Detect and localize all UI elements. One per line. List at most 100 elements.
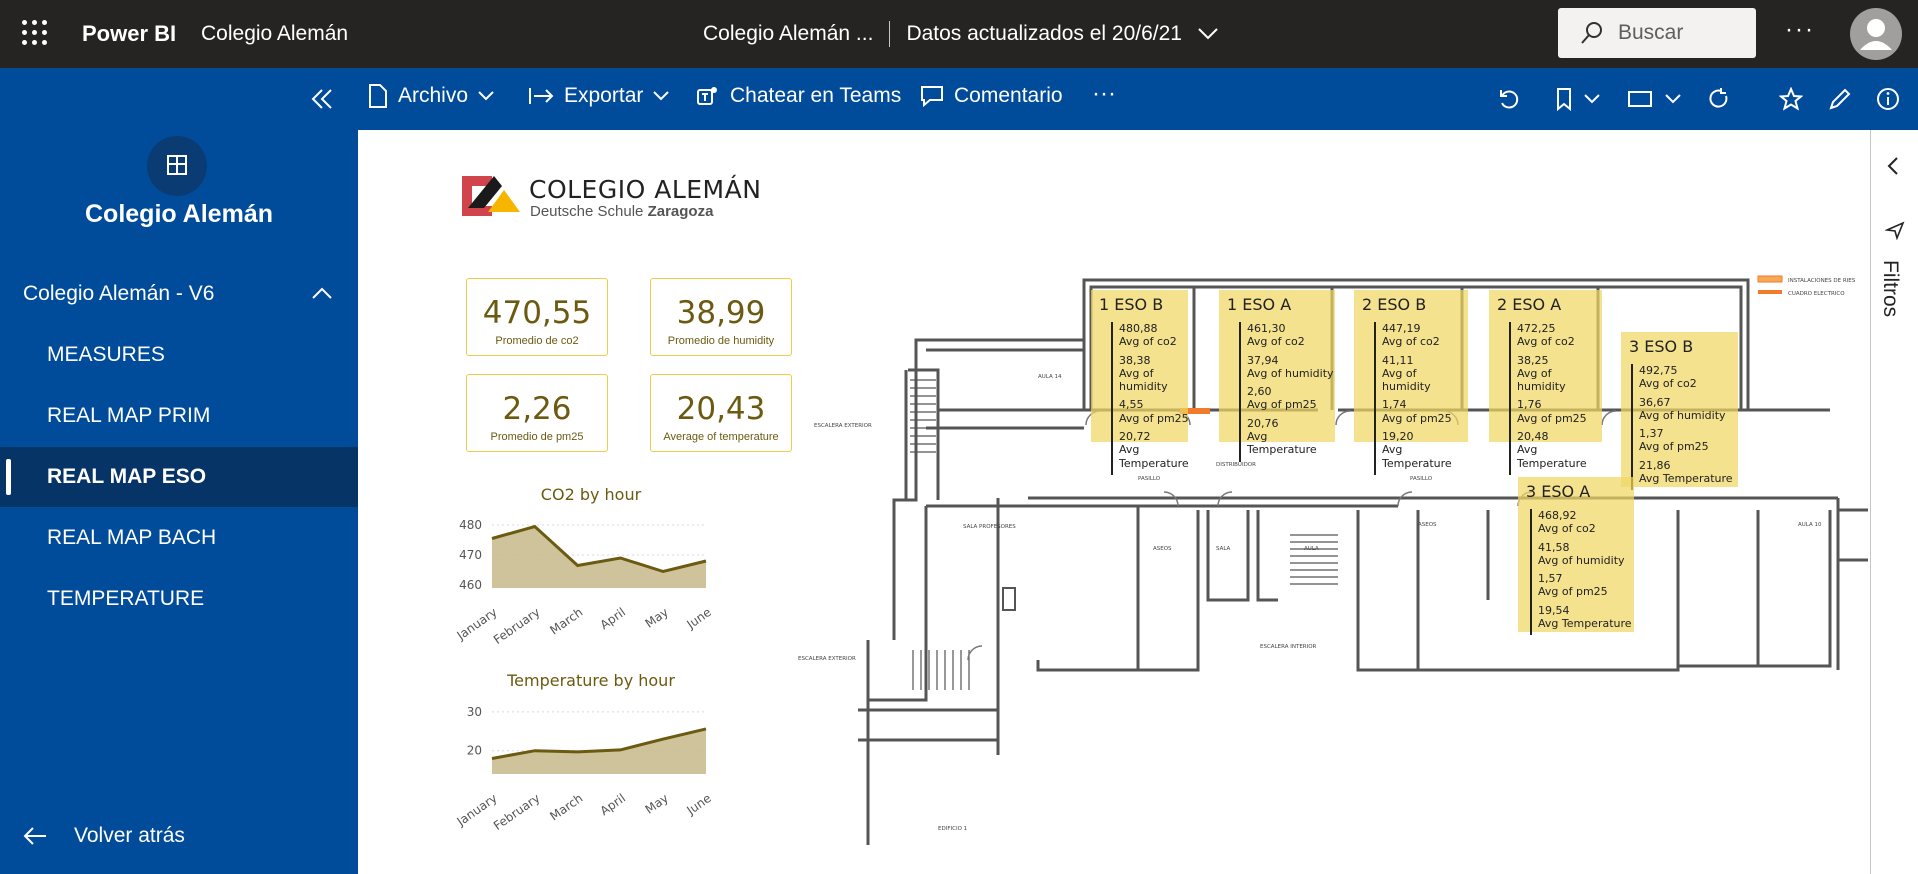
exportar-menu[interactable]: Exportar xyxy=(528,84,670,108)
avatar[interactable] xyxy=(1850,8,1902,60)
kpi-card-humidity[interactable]: 38,99 Promedio de humidity xyxy=(650,278,792,356)
map-legend-label: INSTALACIONES DE RIES xyxy=(1788,278,1856,284)
room-pm25-value: 4,55 xyxy=(1119,398,1144,412)
room-co2-value: 447,19 xyxy=(1382,322,1421,335)
edit-pencil-icon[interactable] xyxy=(1828,87,1852,111)
nav-item-measures[interactable]: MEASURES xyxy=(0,325,358,385)
back-button[interactable]: Volver atrás xyxy=(22,824,185,848)
room-pm25-value: 1,37 xyxy=(1639,427,1664,441)
app-name[interactable]: Colegio Alemán - V6 xyxy=(23,282,214,306)
x-tick-label: February xyxy=(491,791,543,833)
workspace-name[interactable]: Colegio Alemán xyxy=(201,22,348,46)
room-stats: 472,25 Avg of co2 38,25 Avg of humidity 1,… xyxy=(1509,322,1602,475)
nav-item-real-map-bach[interactable]: REAL MAP BACH xyxy=(0,508,358,568)
svg-text:ESCALERA EXTERIOR: ESCALERA EXTERIOR xyxy=(798,656,856,662)
svg-text:AULA 14: AULA 14 xyxy=(1038,374,1062,380)
x-tick-label: March xyxy=(547,605,585,637)
report-title: Colegio Alemán ... xyxy=(703,22,874,45)
user-icon xyxy=(1860,19,1892,50)
nav-item-real-map-eso[interactable]: REAL MAP ESO xyxy=(0,447,358,507)
svg-text:ESCALERA EXTERIOR: ESCALERA EXTERIOR xyxy=(814,423,872,429)
room-pm25-label: Avg of pm25 xyxy=(1247,398,1317,412)
room-stats: 468,92 Avg of co2 41,58 Avg of humidity 1,… xyxy=(1530,509,1632,636)
temperature-by-hour-chart[interactable]: Temperature by hour2030JanuaryFebruary Ma… xyxy=(450,668,712,848)
room-humidity-value: 41,11 xyxy=(1382,353,1414,367)
room-pm25-label: Avg of pm25 xyxy=(1382,411,1452,425)
room-stats: 480,88 Avg of co2 38,38 Avg of humidity 4,… xyxy=(1111,322,1189,475)
room-3-eso-b[interactable]: 3 ESO B 492,75 Avg of co2 36,67 Avg of hum… xyxy=(1621,332,1738,491)
x-tick-label: April xyxy=(598,791,629,818)
school-name: COLEGIO ALEMÁN xyxy=(529,175,762,204)
nav-item-real-map-prim[interactable]: REAL MAP PRIM xyxy=(0,386,358,446)
powerbi-brand[interactable]: Power BI xyxy=(82,21,176,47)
room-name: 2 ESO A xyxy=(1497,295,1562,314)
refresh-icon[interactable] xyxy=(1707,87,1731,111)
room-stats: 492,75 Avg of co2 36,67 Avg of humidity 1,… xyxy=(1631,364,1733,491)
app-launcher-icon[interactable] xyxy=(22,20,48,46)
room-temp-label: Avg Temperature xyxy=(1119,443,1189,470)
svg-text:SALA PROFESORES: SALA PROFESORES xyxy=(963,524,1016,530)
school-subtitle: Deutsche Schule Zaragoza xyxy=(530,203,713,220)
kpi-value: 470,55 xyxy=(482,295,592,331)
room-2-eso-a[interactable]: 2 ESO A 472,25 Avg of co2 38,25 Avg of hum… xyxy=(1489,290,1602,475)
room-co2-label: Avg of co2 xyxy=(1382,335,1440,349)
kpi-card-temperature[interactable]: 20,43 Average of temperature xyxy=(650,374,792,452)
y-tick-label: 480 xyxy=(459,518,482,532)
room-name: 3 ESO A xyxy=(1526,482,1591,501)
view-icon[interactable] xyxy=(1628,87,1652,111)
undo-icon[interactable] xyxy=(1497,87,1521,111)
filters-pane[interactable] xyxy=(1870,130,1918,874)
chevron-down-icon[interactable] xyxy=(1584,87,1600,111)
kpi-card-pm25[interactable]: 2,26 Promedio de pm25 xyxy=(466,374,608,452)
room-co2-value: 472,25 xyxy=(1517,322,1556,335)
room-temp-label: Avg Temperature xyxy=(1517,443,1587,470)
room-humidity-label: Avg of humidity xyxy=(1119,366,1168,394)
kpi-value: 2,26 xyxy=(502,391,572,427)
report-toolbar: Archivo Exportar Chatear en Teams Coment… xyxy=(0,68,1918,130)
room-3-eso-a[interactable]: 3 ESO A 468,92 Avg of co2 41,58 Avg of hum… xyxy=(1518,477,1634,636)
room-humidity-value: 41,58 xyxy=(1538,540,1570,554)
filter-icon xyxy=(1885,221,1905,240)
toolbar-more-button[interactable]: ··· xyxy=(1092,80,1116,108)
export-icon xyxy=(529,88,554,104)
room-temp-label: Avg Temperature xyxy=(1382,443,1452,470)
x-tick-label: April xyxy=(598,605,629,632)
room-pm25-value: 1,74 xyxy=(1382,398,1407,412)
more-options-button[interactable]: ··· xyxy=(1785,16,1815,44)
comment-label: Comentario xyxy=(954,84,1063,107)
report-icon xyxy=(167,155,187,175)
co2-by-hour-chart[interactable]: CO2 by hour460470480JanuaryFebruary March… xyxy=(450,482,712,662)
collapse-nav-icon[interactable] xyxy=(310,87,334,111)
room-pm25-label: Avg of pm25 xyxy=(1119,411,1189,425)
room-temp-value: 20,48 xyxy=(1517,430,1549,444)
room-1-eso-b[interactable]: 1 ESO B 480,88 Avg of co2 38,38 Avg of hum… xyxy=(1091,290,1189,475)
bookmark-icon[interactable] xyxy=(1552,87,1576,111)
nav-item-temperature[interactable]: TEMPERATURE xyxy=(0,569,358,629)
chevron-down-icon[interactable] xyxy=(1665,87,1681,111)
room-temp-value: 20,76 xyxy=(1247,416,1279,430)
chevron-left-icon[interactable] xyxy=(1887,156,1899,176)
search-box[interactable]: Buscar xyxy=(1558,8,1756,58)
y-tick-label: 470 xyxy=(459,548,482,562)
info-icon[interactable] xyxy=(1876,87,1900,111)
comment-button[interactable]: Comentario xyxy=(920,84,1063,108)
x-tick-label: February xyxy=(491,605,543,647)
room-co2-label: Avg of co2 xyxy=(1517,335,1575,349)
svg-text:AULA: AULA xyxy=(1304,546,1319,552)
room-2-eso-b[interactable]: 2 ESO B 447,19 Avg of co2 41,11 Avg of hum… xyxy=(1354,290,1468,475)
favorite-star-icon[interactable] xyxy=(1779,87,1803,111)
room-pm25-value: 1,76 xyxy=(1517,398,1542,412)
y-tick-label: 460 xyxy=(459,578,482,592)
room-co2-value: 468,92 xyxy=(1538,509,1577,522)
kpi-card-co2[interactable]: 470,55 Promedio de co2 xyxy=(466,278,608,356)
filters-label[interactable]: Filtros xyxy=(1878,260,1902,317)
chevron-up-icon[interactable] xyxy=(312,286,332,300)
report-header[interactable]: Colegio Alemán ... Datos actualizados el… xyxy=(703,21,1218,47)
x-tick-label: May xyxy=(643,791,671,817)
map-legend-label: CUADRO ELECTRICO xyxy=(1788,291,1845,297)
archivo-menu[interactable]: Archivo xyxy=(368,84,494,108)
room-1-eso-a[interactable]: 1 ESO A 461,30 Avg of co2 37,94 Avg of hum… xyxy=(1219,290,1335,462)
room-stats: 447,19 Avg of co2 41,11 Avg of humidity 1,… xyxy=(1374,322,1468,475)
teams-chat-button[interactable]: Chatear en Teams xyxy=(696,84,901,108)
kpi-label: Average of temperature xyxy=(663,431,779,443)
